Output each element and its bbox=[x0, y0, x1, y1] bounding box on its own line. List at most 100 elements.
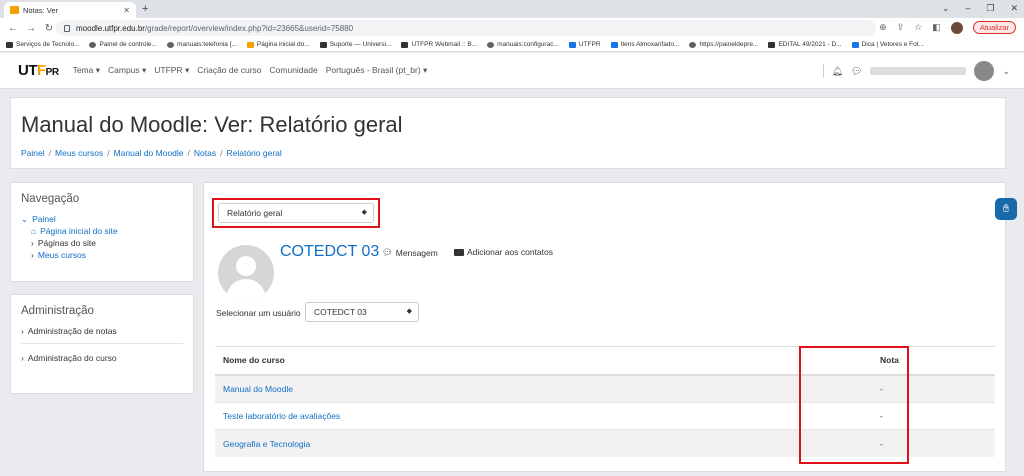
bookmark[interactable]: manuais:configurac... bbox=[487, 41, 559, 48]
course-name-cell[interactable]: Geografia e Tecnologia bbox=[215, 429, 840, 457]
nav-link-comunidade[interactable]: Comunidade bbox=[270, 65, 318, 76]
breadcrumb-relatorio[interactable]: Relatório geral bbox=[226, 148, 281, 158]
messages-icon[interactable]: 💬︎ bbox=[851, 66, 862, 77]
update-button[interactable]: Atualizar bbox=[972, 21, 1016, 34]
col-course-header[interactable]: Nome do curso bbox=[215, 346, 840, 376]
select-arrows-icon: ◆ bbox=[406, 308, 412, 315]
forward-icon[interactable]: → bbox=[26, 23, 36, 34]
bookmark[interactable]: Página inicial do... bbox=[246, 41, 310, 48]
nav-tree-home[interactable]: ⌂ Página inicial do site bbox=[31, 225, 193, 237]
admin-item-label: Administração do curso bbox=[27, 353, 117, 363]
select-user-dropdown[interactable]: COTEDCT 03 ◆ bbox=[305, 302, 419, 322]
bookmark[interactable]: https://paineldepre... bbox=[689, 41, 758, 48]
browser-tabbar: Notas: Ver ✕ + ⌄ – ❐ ✕ bbox=[0, 0, 1024, 18]
breadcrumb-separator: / bbox=[187, 148, 190, 158]
bookmark[interactable]: Dica | Vetores e Fot... bbox=[851, 41, 924, 48]
minimize-icon[interactable]: – bbox=[965, 3, 970, 14]
bookmark-icon bbox=[89, 41, 97, 48]
zoom-icon[interactable]: ⊕ bbox=[879, 22, 887, 33]
highlight-box-select bbox=[212, 198, 380, 228]
nav-link-language[interactable]: Português - Brasil (pt_br) ▾ bbox=[326, 65, 428, 76]
close-tab-icon[interactable]: ✕ bbox=[123, 6, 130, 15]
nav-tree-label: Meus cursos bbox=[37, 250, 87, 260]
bookmark-label: https://paineldepre... bbox=[699, 41, 759, 48]
breadcrumb-course[interactable]: Manual do Moodle bbox=[114, 148, 184, 158]
nav-link-campus[interactable]: Campus ▾ bbox=[108, 65, 146, 76]
close-window-icon[interactable]: ✕ bbox=[1010, 3, 1018, 14]
breadcrumb-separator: / bbox=[107, 148, 110, 158]
bookmark[interactable]: Painel de controle... bbox=[89, 41, 157, 48]
utfpr-logo[interactable]: UTFPR bbox=[18, 62, 59, 79]
bookmark-label: manuais:configurac... bbox=[497, 41, 559, 48]
breadcrumb-notas[interactable]: Notas bbox=[194, 148, 216, 158]
notifications-icon[interactable]: 🔔︎ bbox=[832, 66, 843, 77]
bookmark[interactable]: Suporte — Universi... bbox=[319, 41, 391, 48]
bookmark[interactable]: manuais:telefonia [... bbox=[166, 41, 237, 48]
bookmark-icon bbox=[401, 41, 409, 48]
bookmark-icon bbox=[610, 41, 618, 48]
address-bar-row: ← → ↻ moodle.utfpr.edu.br/grade/report/o… bbox=[0, 18, 1024, 38]
back-icon[interactable]: ← bbox=[8, 23, 18, 34]
bookmark[interactable]: Itens Almoxarifado... bbox=[610, 41, 679, 48]
add-contact-label: Adicionar aos contatos bbox=[467, 247, 553, 257]
bookmark[interactable]: UTFPR Webmail :: B... bbox=[401, 41, 477, 48]
profile-avatar[interactable] bbox=[950, 21, 963, 34]
user-name-blurred[interactable] bbox=[870, 67, 967, 75]
course-name-cell[interactable]: Manual do Moodle bbox=[215, 374, 840, 402]
course-name-cell[interactable]: Teste laboratório de avaliações bbox=[215, 401, 840, 430]
browser-tab[interactable]: Notas: Ver ✕ bbox=[4, 2, 136, 18]
avatar-body bbox=[226, 279, 266, 301]
bookmark[interactable]: Serviços de Tecnolo... bbox=[6, 41, 79, 48]
star-icon[interactable]: ☆ bbox=[914, 22, 922, 33]
message-link[interactable]: 💬︎ Mensagem bbox=[382, 247, 438, 258]
breadcrumb-meus-cursos[interactable]: Meus cursos bbox=[55, 148, 103, 158]
admin-grades-item[interactable]: › Administração de notas bbox=[21, 325, 193, 337]
share-icon[interactable]: ⇪ bbox=[897, 22, 905, 33]
utfpr-favicon-icon bbox=[10, 6, 19, 14]
nav-link-utfpr[interactable]: UTFPR ▾ bbox=[154, 65, 189, 76]
select-user-label: Selecionar um usuário bbox=[216, 308, 301, 318]
chevron-right-icon: › bbox=[31, 250, 34, 260]
administration-block-title: Administração bbox=[21, 305, 94, 317]
report-main: Relatório geral ◆ COTEDCT 03 💬︎ Mensagem… bbox=[203, 182, 1006, 472]
page-header: Manual do Moodle: Ver: Relatório geral P… bbox=[10, 97, 1006, 169]
user-fullname[interactable]: COTEDCT 03 bbox=[280, 243, 379, 261]
nav-tree-site-pages[interactable]: › Páginas do site bbox=[31, 237, 193, 249]
add-contact-link[interactable]: Adicionar aos contatos bbox=[454, 247, 553, 257]
chevron-down-icon: ⌄ bbox=[21, 213, 29, 224]
chevron-down-icon[interactable]: ⌄ bbox=[1002, 66, 1010, 77]
user-picture[interactable] bbox=[218, 245, 274, 301]
bookmark-icon bbox=[768, 41, 776, 48]
reload-icon[interactable]: ↻ bbox=[44, 23, 54, 34]
nav-tree-my-courses[interactable]: › Meus cursos bbox=[31, 249, 193, 261]
breadcrumb-painel[interactable]: Painel bbox=[21, 148, 45, 158]
url-host: moodle.utfpr.edu.br bbox=[76, 23, 145, 33]
nav-link-criacao[interactable]: Criação de curso bbox=[197, 65, 261, 76]
accessibility-icon[interactable]: ✋︎ bbox=[995, 198, 1017, 220]
nav-tree-label: Páginas do site bbox=[37, 238, 96, 248]
bookmark-icon bbox=[166, 41, 174, 48]
nav-link-tema[interactable]: Tema ▾ bbox=[73, 65, 100, 76]
tab-search-icon[interactable]: ⌄ bbox=[942, 3, 950, 14]
chevron-right-icon: › bbox=[21, 326, 24, 336]
url-field[interactable]: moodle.utfpr.edu.br/grade/report/overvie… bbox=[56, 20, 876, 36]
navbar-right: 🔔︎ 💬︎ ⌄ bbox=[822, 61, 1010, 81]
bookmark[interactable]: UTFPR bbox=[568, 41, 601, 48]
bookmark-icon bbox=[689, 41, 697, 48]
message-icon: 💬︎ bbox=[382, 247, 393, 257]
bookmark[interactable]: EDITAL 49/2021 - D... bbox=[768, 41, 842, 48]
new-tab-icon[interactable]: + bbox=[142, 3, 148, 15]
navbar-links: Tema ▾ Campus ▾ UTFPR ▾ Criação de curso… bbox=[73, 65, 428, 76]
chevron-right-icon: › bbox=[21, 353, 24, 363]
bookmark-label: Serviços de Tecnolo... bbox=[16, 41, 80, 48]
window-controls: ⌄ – ❐ ✕ bbox=[942, 3, 1018, 14]
bookmark-icon bbox=[246, 41, 254, 48]
user-avatar[interactable] bbox=[974, 61, 995, 81]
restore-icon[interactable]: ❐ bbox=[986, 3, 994, 14]
nav-tree-painel[interactable]: ⌄ Painel bbox=[21, 213, 193, 225]
admin-course-item[interactable]: › Administração do curso bbox=[21, 352, 193, 364]
tab-title: Notas: Ver bbox=[23, 5, 59, 15]
bookmark-label: EDITAL 49/2021 - D... bbox=[778, 41, 842, 48]
sidepanel-icon[interactable]: ◧ bbox=[932, 22, 941, 33]
page-title: Manual do Moodle: Ver: Relatório geral bbox=[21, 112, 403, 137]
